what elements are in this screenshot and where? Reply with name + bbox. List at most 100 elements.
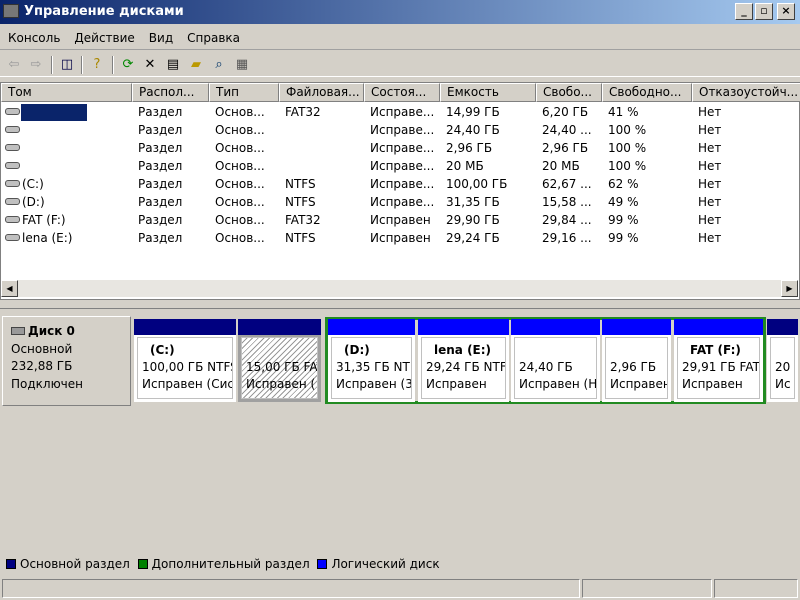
table-cell: Нет <box>698 105 722 119</box>
partition-size: 2,96 ГБ <box>610 360 657 374</box>
column-header[interactable]: Состоя... <box>364 83 440 102</box>
close-button[interactable]: × <box>777 3 795 20</box>
partition-block[interactable]: 24,40 ГБ Исправен (H <box>511 319 600 402</box>
partition-info: (D:) 31,35 ГБ NTFS Исправен (3 <box>331 337 412 399</box>
scroll-left-icon[interactable]: ◀ <box>1 280 18 297</box>
table-cell: (C:) <box>22 177 44 191</box>
scroll-right-icon[interactable]: ▶ <box>781 280 798 297</box>
table-cell: Раздел <box>138 141 183 155</box>
partition-type-bar <box>418 319 509 335</box>
column-header[interactable]: Отказоустойч... <box>692 83 800 102</box>
properties-icon[interactable]: ▤ <box>163 55 183 75</box>
window-title: Управление дисками <box>24 4 184 19</box>
column-header[interactable]: Файловая... <box>279 83 364 102</box>
table-row[interactable]: lena (E:) Раздел Основ... NTFS Исправен 29,24… <box>1 229 799 247</box>
partition-label: lena (E:) <box>434 343 492 357</box>
table-cell: Раздел <box>138 195 183 209</box>
volume-icon <box>5 144 20 151</box>
table-cell: Раздел <box>138 177 183 191</box>
partition-block[interactable]: (D:) 31,35 ГБ NTFS Исправен (3 <box>328 319 415 402</box>
menu-view[interactable]: Вид <box>141 28 179 45</box>
column-header[interactable]: Емкость <box>440 83 536 102</box>
legend: Основной раздел Дополнительный раздел Ло… <box>0 555 800 575</box>
partition-block[interactable]: 20 Ис <box>767 319 798 402</box>
table-cell: 99 % <box>608 231 639 245</box>
menu-help[interactable]: Справка <box>179 28 246 45</box>
table-row[interactable]: Раздел Основ... Исправе... 2,96 ГБ 2,96 ГБ 10… <box>1 139 799 157</box>
volume-list: Том Распол... Тип Файловая... Состоя... Емкос… <box>0 82 800 300</box>
table-cell: Основ... <box>215 141 265 155</box>
table-cell: Исправе... <box>370 141 435 155</box>
table-cell: Основ... <box>215 231 265 245</box>
table-row[interactable]: FAT (F:) Раздел Основ... FAT32 Исправен 29,90… <box>1 211 799 229</box>
partition-block[interactable]: (C:) 100,00 ГБ NTFS Исправен (Системный) <box>134 319 236 402</box>
partition-block[interactable]: 15,00 ГБ FAT32 Исправен ( <box>238 319 321 402</box>
disk-0-label[interactable]: Диск 0 Основной 232,88 ГБ Подключен <box>2 316 131 406</box>
back-icon[interactable]: ⇦ <box>4 55 24 75</box>
column-header[interactable]: Свободно... <box>602 83 692 102</box>
disk-size: 232,88 ГБ <box>11 359 73 373</box>
rescan-icon[interactable]: ⌕ <box>209 55 229 75</box>
table-cell: Раздел <box>138 213 183 227</box>
table-cell: 29,16 ... <box>542 231 592 245</box>
column-header[interactable]: Том <box>1 83 132 102</box>
table-cell: 99 % <box>608 213 639 227</box>
table-cell: Основ... <box>215 159 265 173</box>
partition-status: Исправен (Системный) <box>142 377 232 391</box>
table-cell <box>285 157 362 175</box>
table-row[interactable]: (C:) Раздел Основ... NTFS Исправе... 100,00 Г… <box>1 175 799 193</box>
settings-icon[interactable]: ▦ <box>232 55 252 75</box>
table-cell <box>22 139 130 157</box>
table-cell: Исправе... <box>370 123 435 137</box>
toolbar: ⇦ ⇨ ◫ ? ⟳ ✕ ▤ ▰ ⌕ ▦ <box>0 53 800 77</box>
table-row[interactable]: Раздел Основ... Исправе... 20 МБ 20 МБ 100 % Н… <box>1 157 799 175</box>
partition-block[interactable]: FAT (F:) 29,91 ГБ FAT32 Исправен <box>674 319 763 402</box>
partition-info: lena (E:) 29,24 ГБ NTFS Исправен <box>421 337 506 399</box>
legend-logical: Логический диск <box>317 557 440 571</box>
partition-block[interactable]: 2,96 ГБ Исправен <box>602 319 671 402</box>
partition-type-bar <box>602 319 671 335</box>
table-row[interactable]: Раздел Основ... Исправе... 24,40 ГБ 24,40 ..… <box>1 121 799 139</box>
table-cell: 24,40 ... <box>542 123 592 137</box>
partition-size: 15,00 ГБ FAT32 <box>246 360 317 374</box>
table-cell: 31,35 ГБ <box>446 195 500 209</box>
column-header[interactable]: Распол... <box>132 83 209 102</box>
properties-help-icon[interactable]: ? <box>87 55 107 75</box>
minimize-button[interactable]: _ <box>735 3 753 20</box>
table-cell: 49 % <box>608 195 639 209</box>
refresh-icon[interactable]: ⟳ <box>118 55 138 75</box>
table-cell: Основ... <box>215 177 265 191</box>
open-icon[interactable]: ▰ <box>186 55 206 75</box>
horizontal-scrollbar[interactable]: ◀ ▶ <box>1 280 798 297</box>
forward-icon[interactable]: ⇨ <box>26 55 46 75</box>
table-cell: Нет <box>698 123 722 137</box>
partition-status: Исправен <box>610 377 668 391</box>
table-cell: lena (E:) <box>22 231 73 245</box>
disk-name: Диск 0 <box>28 324 75 338</box>
table-row[interactable]: Раздел Основ... FAT32 Исправе... 14,99 ГБ 6,2… <box>1 103 799 121</box>
table-cell: 41 % <box>608 105 639 119</box>
show-hide-tree-icon[interactable]: ◫ <box>57 55 77 75</box>
maximize-button[interactable]: ▫ <box>755 3 773 20</box>
table-cell <box>22 103 130 121</box>
table-cell: 29,90 ГБ <box>446 213 500 227</box>
table-cell: Исправе... <box>370 195 435 209</box>
menu-console[interactable]: Консоль <box>0 28 66 45</box>
delete-icon[interactable]: ✕ <box>140 55 160 75</box>
table-cell: 20 МБ <box>446 159 484 173</box>
menu-action[interactable]: Действие <box>66 28 140 45</box>
table-cell: Раздел <box>138 123 183 137</box>
table-cell: Нет <box>698 231 722 245</box>
table-cell: 24,40 ГБ <box>446 123 500 137</box>
column-header[interactable]: Тип <box>209 83 279 102</box>
table-cell: Исправен <box>370 231 431 245</box>
partition-size: 31,35 ГБ NTFS <box>336 360 411 374</box>
volume-icon <box>5 108 20 115</box>
table-cell <box>285 121 362 139</box>
table-cell: Нет <box>698 177 722 191</box>
partition-label <box>246 342 313 359</box>
table-cell: 100 % <box>608 123 647 137</box>
partition-block[interactable]: lena (E:) 29,24 ГБ NTFS Исправен <box>418 319 509 402</box>
column-header[interactable]: Свобо... <box>536 83 602 102</box>
table-row[interactable]: (D:) Раздел Основ... NTFS Исправе... 31,35 ГБ… <box>1 193 799 211</box>
